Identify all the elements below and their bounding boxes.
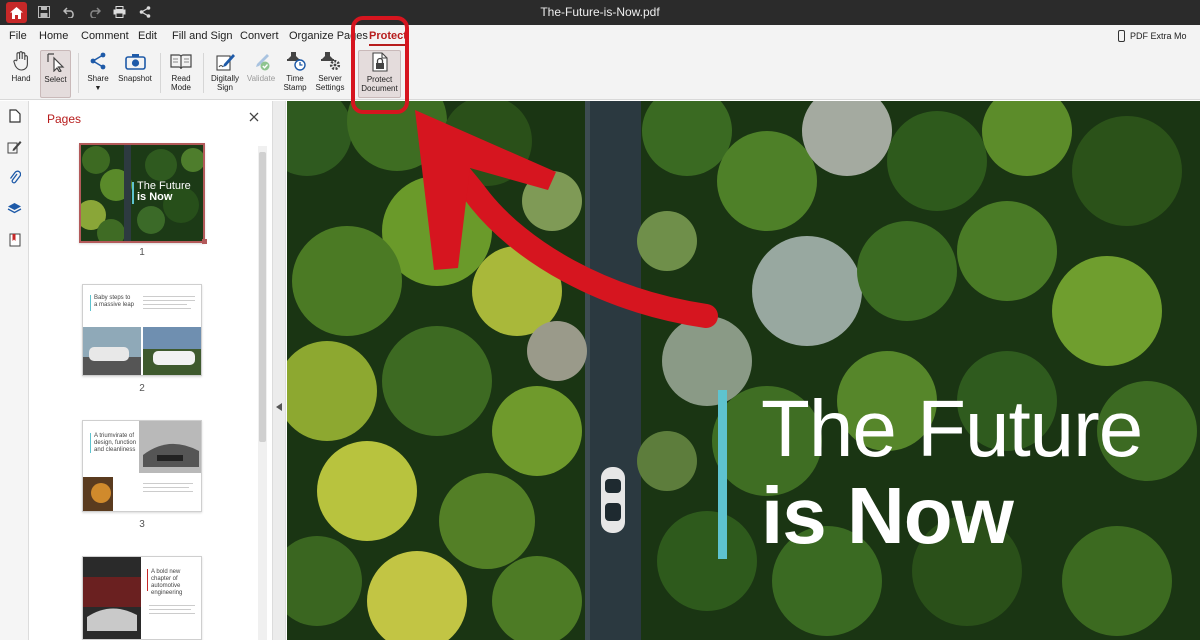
scrollbar-thumb[interactable] [259,152,266,442]
document-heading-line2: is Now [761,471,1014,560]
validate-check-icon [250,50,272,72]
time-stamp-label-2: Stamp [283,83,307,92]
server-settings-label-1: Server [318,74,342,83]
page-number-1: 1 [139,247,145,258]
ribbon-toolbar: Hand Select Share ▼ Snapshot Read Mode D… [0,47,1200,100]
attachment-icon[interactable] [6,169,23,186]
validate-label: Validate [246,74,276,83]
pages-panel: Pages The Future is Now 1 Baby steps to … [29,101,272,640]
snapshot-label: Snapshot [118,74,152,83]
mobile-icon [1118,30,1125,42]
thumbnail-1-heading: The Future is Now [137,180,191,203]
read-mode-button[interactable]: Read Mode [165,50,197,98]
server-settings-button[interactable]: Server Settings [313,50,347,98]
thumbnail-4-heading: A bold new chapter of automotive enginee… [151,569,183,596]
protect-document-button[interactable]: Protect Document [358,50,401,98]
read-mode-label-1: Read [171,74,191,83]
book-icon [170,50,192,72]
digitally-sign-button[interactable]: Digitally Sign [207,50,243,98]
menu-convert[interactable]: Convert [240,25,279,47]
sign-pen-icon [214,50,236,72]
share-nodes-icon [87,50,109,72]
time-stamp-label-1: Time [286,74,304,83]
pages-panel-title: Pages [47,112,82,126]
share-button[interactable]: Share ▼ [84,50,112,98]
server-gear-icon [319,50,341,72]
menu-comment[interactable]: Comment [81,25,129,47]
document-view[interactable]: The Future is Now [287,101,1200,640]
menu-bar: File Home Comment Edit Fill and Sign Con… [0,25,1200,47]
thumbnail-cars-image [83,327,201,375]
side-icon-rail [0,101,29,640]
thumbnail-3-heading: A triumvirate of design, function and cl… [94,433,137,453]
document-heading-line1: The Future [761,384,1143,473]
select-label: Select [44,75,67,84]
window-title: The-Future-is-Now.pdf [540,5,660,19]
signature-icon[interactable] [6,138,23,155]
select-cursor-icon [45,51,67,73]
server-settings-label-2: Settings [315,83,345,92]
thumbnail-interior-image [83,477,113,511]
mode-label: PDF Extra Mo [1130,31,1187,41]
camera-icon [124,50,146,72]
menu-edit[interactable]: Edit [138,25,157,47]
pages-icon[interactable] [6,107,23,124]
thumbnail-concept-car-image [83,557,141,639]
chevron-down-icon[interactable]: ▼ [95,84,102,93]
mode-switch[interactable]: PDF Extra Mo [1110,25,1200,47]
time-stamp-button[interactable]: Time Stamp [280,50,310,98]
heading-accent-bar [718,390,727,559]
lock-document-icon [369,51,391,73]
title-bar: The-Future-is-Now.pdf [0,0,1200,25]
menu-fill-and-sign[interactable]: Fill and Sign [172,25,233,47]
select-tool-button[interactable]: Select [40,50,71,98]
snapshot-button[interactable]: Snapshot [115,50,155,98]
protect-document-label-1: Protect [366,75,393,84]
menu-file[interactable]: File [9,25,27,47]
protect-document-label-2: Document [361,84,398,93]
collapse-panel-handle[interactable] [272,101,286,640]
hand-label: Hand [11,74,31,83]
digitally-sign-label-1: Digitally [210,74,239,83]
menu-organize-pages[interactable]: Organize Pages [289,25,368,47]
hand-icon [10,50,32,72]
layers-icon[interactable] [6,200,23,217]
menu-home[interactable]: Home [39,25,68,47]
validate-button[interactable]: Validate [245,50,277,98]
hand-tool-button[interactable]: Hand [6,50,36,98]
close-icon[interactable] [247,110,261,124]
thumbnail-2-heading: Baby steps to a massive leap [94,295,135,308]
read-mode-label-2: Mode [170,83,191,92]
time-stamp-icon [284,50,306,72]
pages-scrollbar[interactable] [258,146,267,640]
page-number-2: 2 [139,383,145,394]
page-number-3: 3 [139,519,145,530]
forest-aerial-image [287,101,1200,640]
collapse-arrow-icon [276,403,282,411]
digitally-sign-label-2: Sign [216,83,233,92]
share-label: Share [87,74,109,83]
menu-protect[interactable]: Protect [369,25,407,47]
thumbnail-car-front-image [139,421,201,473]
bookmark-icon[interactable] [6,231,23,248]
